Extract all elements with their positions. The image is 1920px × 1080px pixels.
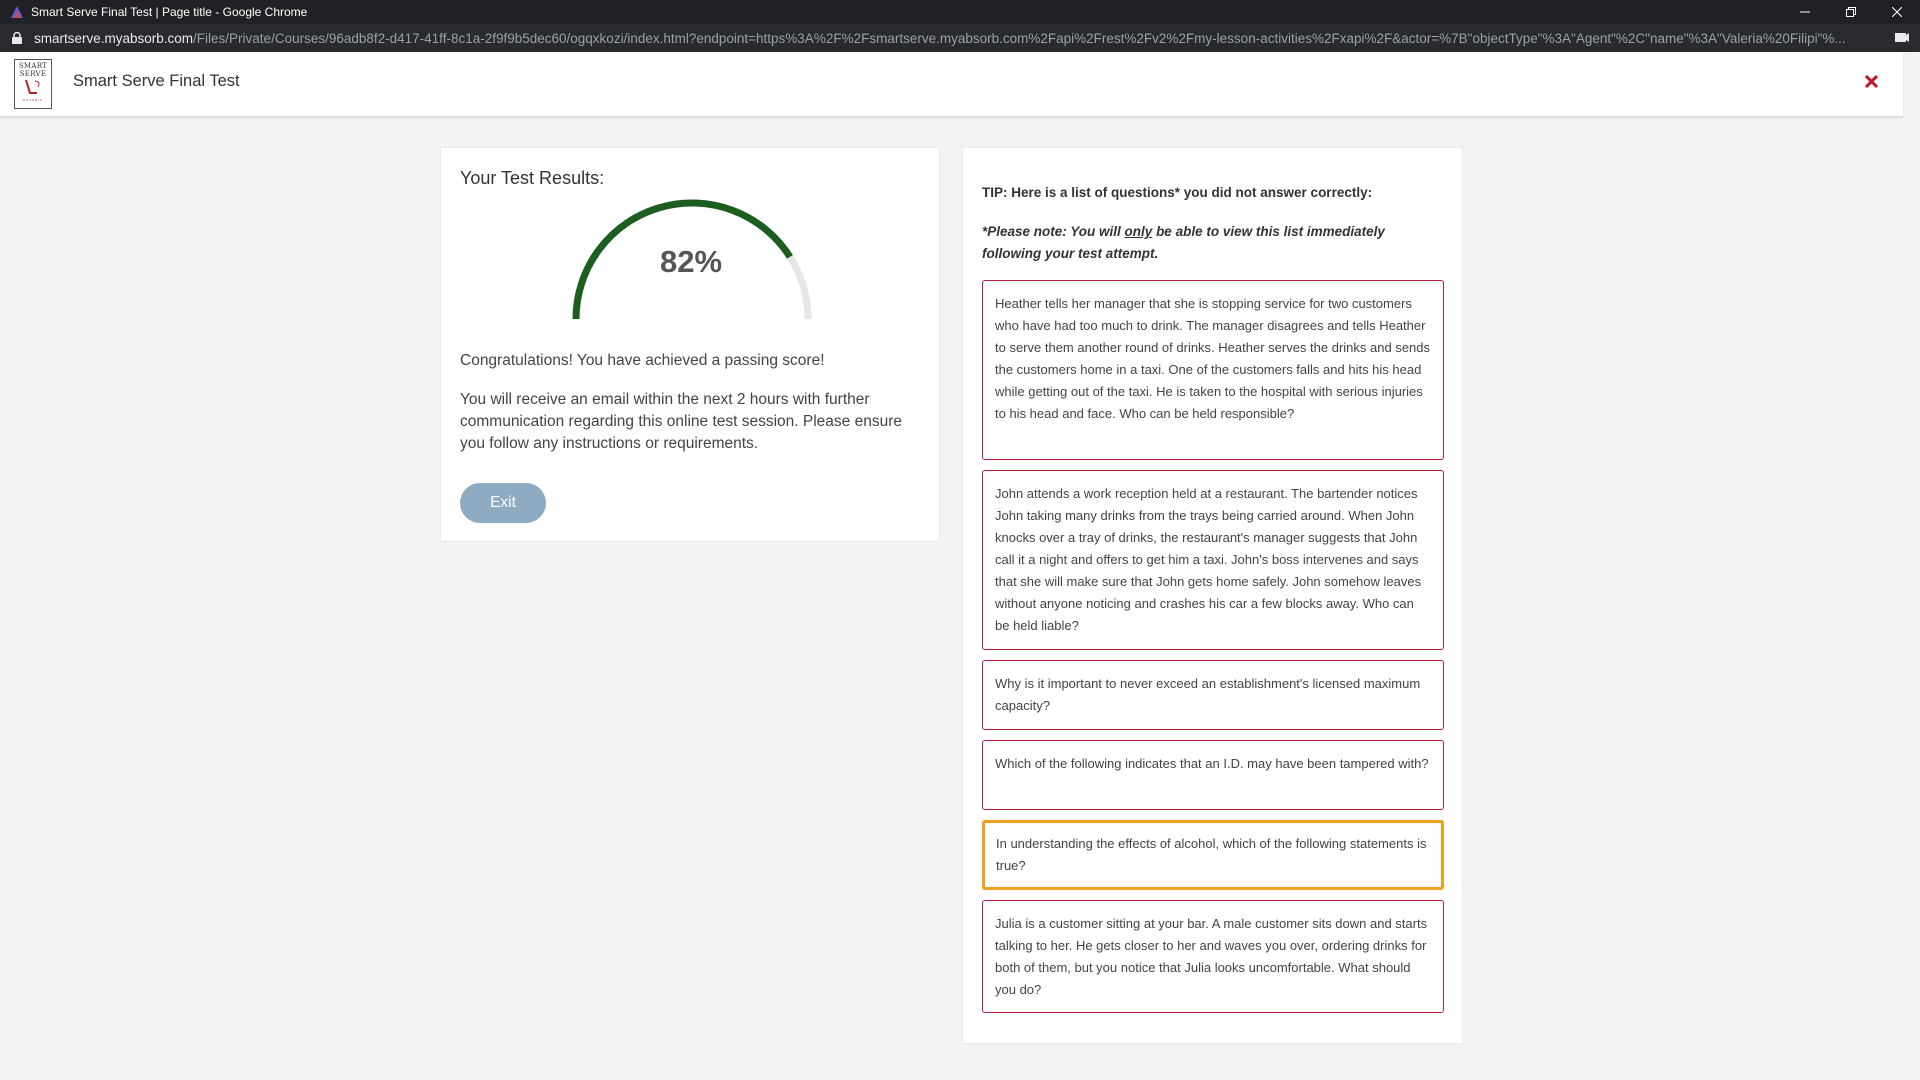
results-card: Your Test Results: 82% Congratulations! … <box>440 147 940 542</box>
results-heading: Your Test Results: <box>460 168 605 188</box>
url-domain: smartserve.myabsorb.com <box>34 30 194 46</box>
score-value: 82% <box>659 244 723 279</box>
logo-glass-icon <box>25 79 40 94</box>
question-item-2[interactable]: John attends a work reception held at a … <box>982 470 1444 650</box>
app-icon <box>9 4 25 20</box>
url-path: /Files/Private/Courses/96adb8f2-d417-41f… <box>193 30 1846 46</box>
minimize-icon[interactable] <box>1782 0 1828 24</box>
question-item-5[interactable]: In understanding the effects of alcohol,… <box>982 820 1444 890</box>
logo-text: SMART SERVE <box>18 62 48 78</box>
congratulations-message: Congratulations! You have achieved a pas… <box>460 352 825 369</box>
cast-icon[interactable] <box>1894 31 1910 45</box>
logo-subtext: ONTARIO <box>22 98 44 102</box>
restore-icon[interactable] <box>1828 0 1874 24</box>
question-item-6[interactable]: Julia is a customer sitting at your bar.… <box>982 900 1444 1013</box>
note-text: *Please note: You will only be able to v… <box>982 221 1444 265</box>
question-item-1[interactable]: Heather tells her manager that she is st… <box>982 280 1444 460</box>
smart-serve-logo: SMART SERVE ONTARIO <box>14 59 52 109</box>
browser-title-bar: Smart Serve Final Test | Page title - Go… <box>0 0 1920 24</box>
note-before: *Please note: You will <box>982 224 1125 239</box>
question-item-3[interactable]: Why is it important to never exceed an e… <box>982 660 1444 730</box>
address-bar[interactable]: smartserve.myabsorb.com/Files/Private/Co… <box>0 24 1920 52</box>
exit-button[interactable]: Exit <box>460 483 546 523</box>
email-message: You will receive an email within the nex… <box>460 391 902 452</box>
question-item-4[interactable]: Which of the following indicates that an… <box>982 740 1444 810</box>
close-window-icon[interactable] <box>1874 0 1920 24</box>
lock-icon <box>12 31 26 45</box>
tip-text: TIP: Here is a list of questions* you di… <box>982 185 1373 200</box>
note-emphasis: only <box>1124 224 1153 239</box>
close-icon[interactable] <box>1859 69 1883 93</box>
window-title: Smart Serve Final Test | Page title - Go… <box>31 5 308 19</box>
window-controls <box>1782 0 1920 24</box>
page-title: Smart Serve Final Test <box>73 72 240 90</box>
url-text[interactable]: smartserve.myabsorb.com/Files/Private/Co… <box>34 31 1874 46</box>
app-header: SMART SERVE ONTARIO Smart Serve Final Te… <box>0 52 1903 117</box>
incorrect-questions-card: TIP: Here is a list of questions* you di… <box>962 147 1463 1044</box>
